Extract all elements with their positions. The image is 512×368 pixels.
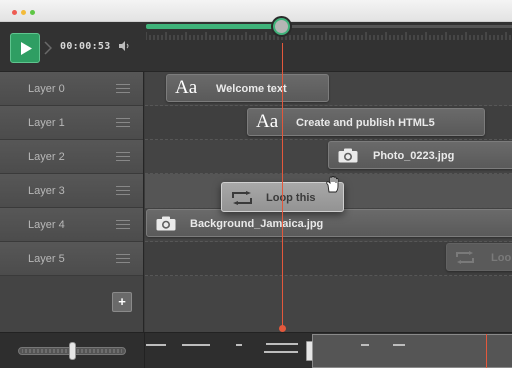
clip-loop-ghost[interactable]: Loo xyxy=(446,243,512,271)
plus-icon: + xyxy=(118,294,126,309)
bottom-divider xyxy=(144,332,145,368)
play-icon xyxy=(21,42,32,55)
clip-label: Loo xyxy=(491,252,512,264)
drag-handle-icon[interactable] xyxy=(116,118,130,127)
maximize-window-button[interactable] xyxy=(30,10,35,15)
camera-icon xyxy=(156,216,176,231)
loop-icon xyxy=(456,251,474,264)
progress-knob[interactable] xyxy=(273,18,290,35)
layer-label: Layer 3 xyxy=(28,185,65,197)
overview-clip-mark xyxy=(266,343,298,345)
clip-label: Welcome text xyxy=(216,83,287,95)
time-ruler xyxy=(146,32,511,40)
layer-row-5[interactable]: Layer 5 xyxy=(0,242,143,276)
drag-handle-icon[interactable] xyxy=(116,84,130,93)
timecode-display: 00:00:53 xyxy=(60,41,111,52)
overview-clip-mark xyxy=(236,344,242,346)
drag-handle-icon[interactable] xyxy=(116,152,130,161)
camera-icon xyxy=(338,148,358,163)
clip-label: Create and publish HTML5 xyxy=(296,117,435,129)
drag-handle-icon[interactable] xyxy=(116,220,130,229)
chevron-right-icon xyxy=(44,41,52,55)
text-type-icon: Aa xyxy=(256,111,279,132)
overview-clip-mark xyxy=(146,344,166,346)
layer-label: Layer 4 xyxy=(28,219,65,231)
text-type-icon: Aa xyxy=(175,77,198,98)
layer-row-2[interactable]: Layer 2 xyxy=(0,140,143,174)
zoom-slider-thumb[interactable] xyxy=(69,342,76,360)
app-window: 00:00:53 Layer 0 Layer 1 Layer 2 Layer 3… xyxy=(0,0,512,368)
overview-clip-mark xyxy=(264,351,298,353)
clip-label: Background_Jamaica.jpg xyxy=(190,218,324,230)
minimize-window-button[interactable] xyxy=(21,10,26,15)
playhead-marker[interactable] xyxy=(279,325,286,332)
layer-row-4[interactable]: Layer 4 xyxy=(0,208,143,242)
layer-row-0[interactable]: Layer 0 xyxy=(0,72,143,106)
transport-bar: 00:00:53 xyxy=(0,22,512,72)
overview-clip-mark xyxy=(361,344,369,346)
overview-clip-mark xyxy=(182,344,210,346)
clip-label: Loop this xyxy=(266,192,316,204)
drag-handle-icon[interactable] xyxy=(116,254,130,263)
speaker-icon[interactable] xyxy=(119,41,131,51)
clip-label: Photo_0223.jpg xyxy=(373,150,455,162)
overview-playhead xyxy=(486,334,487,368)
layer-label: Layer 2 xyxy=(28,151,65,163)
overview-resize-handle[interactable] xyxy=(306,341,313,361)
clip-background[interactable]: Background_Jamaica.jpg xyxy=(146,209,512,237)
playhead-line[interactable] xyxy=(282,43,283,329)
clip-photo[interactable]: Photo_0223.jpg xyxy=(328,141,512,169)
layer-label: Layer 5 xyxy=(28,253,65,265)
play-button[interactable] xyxy=(10,33,40,63)
clip-welcome-text[interactable]: Aa Welcome text xyxy=(166,74,329,102)
window-titlebar xyxy=(0,0,512,22)
close-window-button[interactable] xyxy=(12,10,17,15)
drag-handle-icon[interactable] xyxy=(116,186,130,195)
loop-icon xyxy=(232,191,252,205)
layer-row-1[interactable]: Layer 1 xyxy=(0,106,143,140)
layers-panel: Layer 0 Layer 1 Layer 2 Layer 3 Layer 4 … xyxy=(0,72,144,332)
progress-fill xyxy=(146,24,281,29)
overview-viewport[interactable] xyxy=(312,334,512,368)
layer-label: Layer 1 xyxy=(28,117,65,129)
layer-row-3[interactable]: Layer 3 xyxy=(0,174,143,208)
add-layer-button[interactable]: + xyxy=(112,292,132,312)
overview-clip-mark xyxy=(393,344,405,346)
layer-label: Layer 0 xyxy=(28,83,65,95)
grab-hand-icon xyxy=(326,176,339,193)
